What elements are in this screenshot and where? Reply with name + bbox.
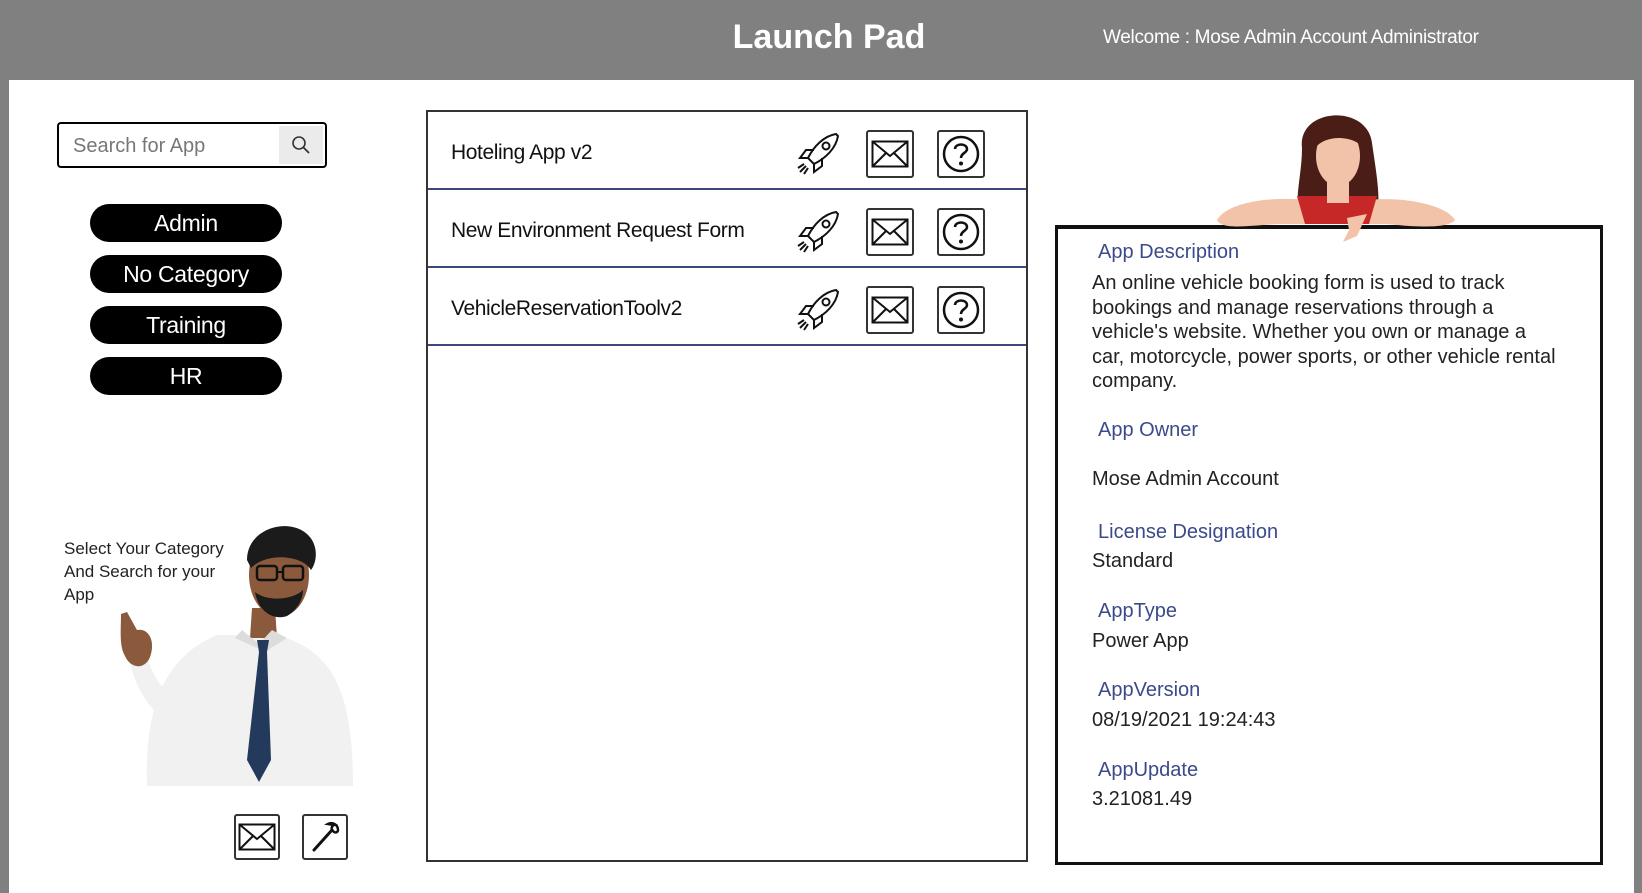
- description-value: An online vehicle booking form is used t…: [1092, 272, 1556, 392]
- email-app-owner-button[interactable]: [866, 208, 914, 256]
- header-bar: Launch Pad Welcome : Mose Admin Account …: [9, 0, 1634, 80]
- app-detail-panel: App Description An online vehicle bookin…: [1055, 225, 1603, 865]
- launchpad-canvas: Launch Pad Welcome : Mose Admin Account …: [9, 0, 1634, 893]
- email-app-owner-button[interactable]: [866, 130, 914, 178]
- app-list-panel: Hoteling App v2 New Environment Request …: [426, 110, 1028, 862]
- app-name: New Environment Request Form: [451, 219, 745, 242]
- rocket-icon: [797, 132, 840, 175]
- owner-label: App Owner: [1098, 419, 1199, 441]
- category-list: Admin No Category Training HR: [90, 204, 282, 408]
- license-value: Standard: [1092, 550, 1174, 572]
- helper-text: Select Your Category And Search for your…: [64, 539, 224, 604]
- rocket-icon: [797, 288, 840, 331]
- email-app-owner-button[interactable]: [866, 286, 914, 334]
- search-box: [57, 122, 327, 168]
- type-value: Power App: [1092, 630, 1189, 652]
- feedback-mail-button[interactable]: [234, 814, 280, 860]
- mail-icon: [238, 823, 276, 851]
- license-label: License Designation: [1098, 521, 1279, 543]
- app-info-button[interactable]: [937, 130, 985, 178]
- launch-app-button[interactable]: [794, 286, 842, 334]
- search-icon: [292, 136, 310, 154]
- settings-button[interactable]: [302, 814, 348, 860]
- question-icon: [942, 291, 980, 329]
- mail-icon: [871, 296, 909, 324]
- category-no-category-button[interactable]: No Category: [90, 255, 282, 293]
- update-label: AppUpdate: [1098, 759, 1199, 781]
- welcome-text: Welcome : Mose Admin Account Administrat…: [1103, 27, 1479, 48]
- app-info-button[interactable]: [937, 286, 985, 334]
- update-value: 3.21081.49: [1092, 788, 1193, 810]
- app-name: Hoteling App v2: [451, 141, 593, 164]
- search-button[interactable]: [279, 126, 323, 164]
- app-row[interactable]: New Environment Request Form: [428, 190, 1026, 268]
- mail-icon: [871, 218, 909, 246]
- launch-app-button[interactable]: [794, 208, 842, 256]
- launch-app-button[interactable]: [794, 130, 842, 178]
- owner-value: Mose Admin Account: [1092, 468, 1279, 490]
- app-row[interactable]: VehicleReservationToolv2: [428, 268, 1026, 346]
- mail-icon: [871, 140, 909, 168]
- app-info-button[interactable]: [937, 208, 985, 256]
- category-admin-button[interactable]: Admin: [90, 204, 282, 242]
- page-title: Launch Pad: [732, 18, 926, 56]
- version-value: 08/19/2021 19:24:43: [1092, 709, 1276, 731]
- question-icon: [942, 213, 980, 251]
- rocket-icon: [797, 210, 840, 253]
- app-name: VehicleReservationToolv2: [451, 297, 682, 320]
- wrench-icon: [312, 822, 340, 852]
- question-icon: [942, 135, 980, 173]
- search-input[interactable]: [63, 128, 289, 164]
- version-label: AppVersion: [1098, 679, 1201, 701]
- category-training-button[interactable]: Training: [90, 306, 282, 344]
- category-hr-button[interactable]: HR: [90, 357, 282, 395]
- app-row[interactable]: Hoteling App v2: [428, 112, 1026, 190]
- assistant-woman-illustration: [1217, 115, 1455, 242]
- type-label: AppType: [1098, 600, 1177, 622]
